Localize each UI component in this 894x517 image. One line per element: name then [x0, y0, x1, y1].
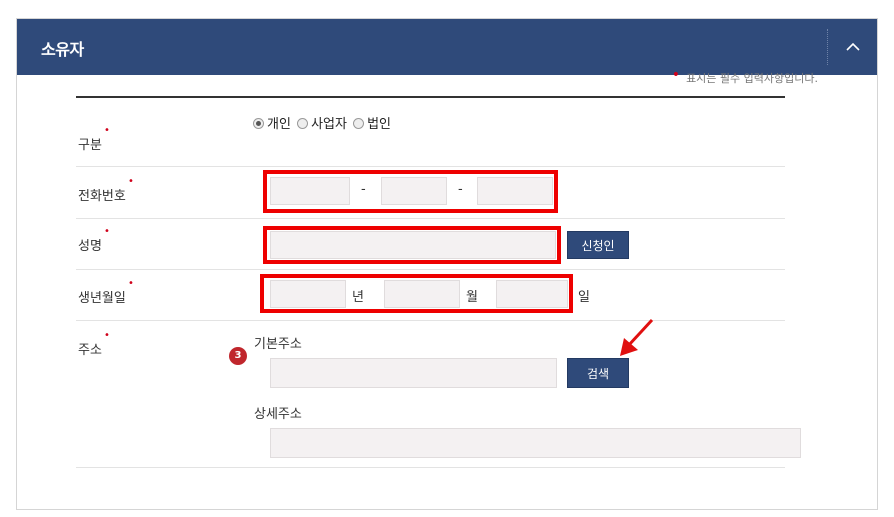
radio-individual-label: 개인	[267, 117, 291, 132]
address-label: 주소 •	[78, 330, 110, 358]
birth-label-text: 생년월일	[78, 291, 126, 306]
radio-business-label: 사업자	[311, 117, 347, 132]
birth-month-input[interactable]	[384, 280, 460, 308]
basic-address-input[interactable]	[270, 358, 557, 388]
row-divider	[76, 166, 785, 167]
required-mark: •	[671, 67, 681, 83]
detail-address-label: 상세주소	[254, 407, 302, 422]
panel-header: 소유자	[17, 19, 877, 75]
type-radio-group: 개인 사업자 법인	[253, 113, 393, 132]
row-divider	[76, 467, 785, 468]
birth-label: 생년월일 •	[78, 278, 134, 306]
birth-year-input[interactable]	[270, 280, 346, 308]
phone-field-2[interactable]	[381, 177, 447, 205]
day-unit: 일	[578, 290, 590, 305]
name-label: 성명 •	[78, 226, 110, 254]
phone-field-1[interactable]	[270, 177, 350, 205]
radio-circle[interactable]	[297, 118, 309, 129]
name-label-text: 성명	[78, 239, 102, 254]
pointer-arrow-icon	[620, 318, 654, 356]
row-divider	[76, 218, 785, 219]
phone-separator: -	[458, 182, 463, 197]
row-divider	[76, 269, 785, 270]
collapse-button[interactable]	[837, 31, 869, 63]
address-search-button[interactable]: 검색	[567, 358, 629, 388]
required-note-text: 표시는 필수 입력사항입니다.	[686, 72, 818, 85]
required-note: • 표시는 필수 입력사항입니다.	[671, 67, 818, 86]
step-badge: 3	[229, 347, 247, 365]
name-input[interactable]	[270, 231, 556, 259]
radio-circle-checked[interactable]	[253, 118, 264, 129]
applicant-button[interactable]: 신청인	[567, 231, 629, 259]
required-mark: •	[127, 176, 134, 187]
required-mark: •	[104, 125, 110, 136]
chevron-up-icon	[846, 42, 860, 51]
panel-title: 소유자	[41, 40, 84, 59]
phone-label: 전화번호 •	[78, 176, 134, 204]
month-unit: 월	[466, 290, 478, 305]
phone-label-text: 전화번호	[78, 189, 126, 204]
form-top-line	[76, 96, 785, 98]
required-mark: •	[104, 226, 110, 237]
type-label: 구분 •	[78, 125, 110, 153]
radio-circle[interactable]	[353, 118, 365, 129]
radio-corporation[interactable]: 법인	[353, 113, 391, 132]
header-divider	[827, 29, 828, 65]
required-mark: •	[127, 278, 134, 289]
detail-address-input[interactable]	[270, 428, 801, 458]
required-mark: •	[104, 330, 110, 341]
phone-separator: -	[361, 182, 366, 197]
year-unit: 년	[352, 290, 364, 305]
basic-address-label: 기본주소	[254, 337, 302, 352]
radio-individual[interactable]: 개인	[253, 113, 291, 132]
radio-corporation-label: 법인	[367, 117, 392, 132]
phone-field-3[interactable]	[477, 177, 553, 205]
address-label-text: 주소	[78, 343, 102, 358]
radio-business[interactable]: 사업자	[297, 113, 347, 132]
birth-day-input[interactable]	[496, 280, 568, 308]
row-divider	[76, 320, 785, 321]
type-label-text: 구분	[78, 138, 102, 153]
